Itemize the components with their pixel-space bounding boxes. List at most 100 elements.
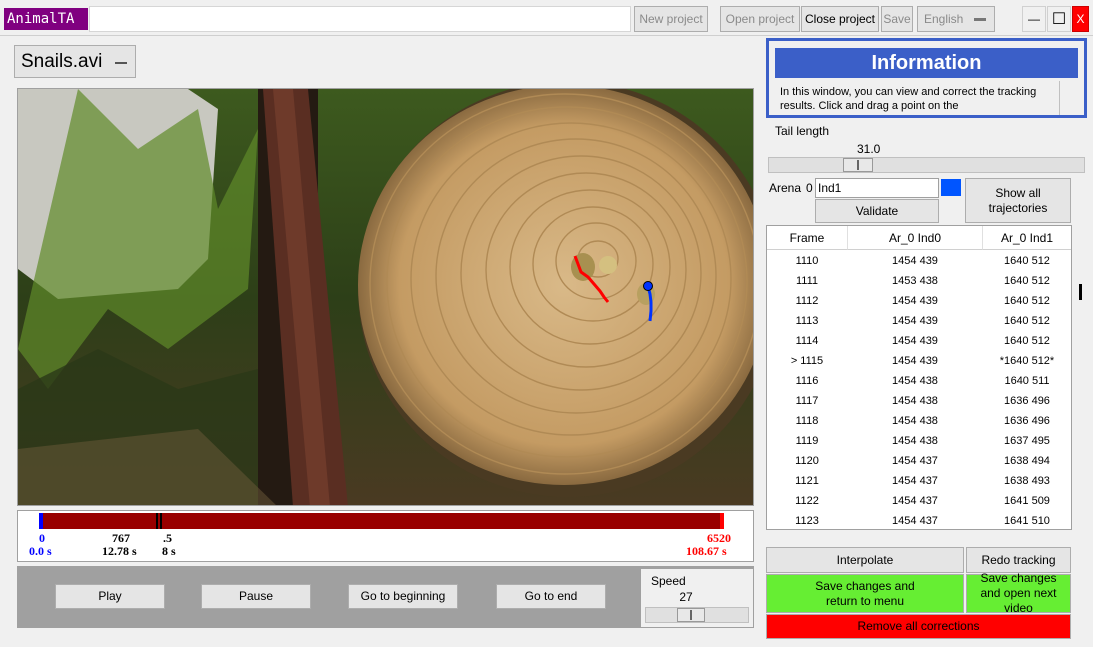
language-value: English <box>924 11 964 26</box>
table-row[interactable]: 1112 1454 439 1640 512 <box>767 292 1071 312</box>
save-and-return-button[interactable]: Save changes and return to menu <box>766 574 964 613</box>
table-scrollbar-thumb[interactable] <box>1079 284 1082 300</box>
table-row[interactable]: 1117 1454 438 1636 496 <box>767 392 1071 412</box>
cell-ind1[interactable]: 1640 511 <box>983 375 1071 387</box>
cell-frame[interactable]: 1122 <box>767 495 847 507</box>
tail-length-slider-thumb[interactable] <box>843 158 873 172</box>
pause-button[interactable]: Pause <box>201 584 311 609</box>
cell-frame[interactable]: 1121 <box>767 475 847 487</box>
cell-ind0[interactable]: 1454 437 <box>847 495 983 507</box>
language-select[interactable]: English <box>917 6 995 32</box>
cell-ind1[interactable]: 1636 496 <box>983 415 1071 427</box>
table-row[interactable]: 1113 1454 439 1640 512 <box>767 312 1071 332</box>
cell-frame[interactable]: > 1115 <box>767 355 847 367</box>
cell-ind0[interactable]: 1454 438 <box>847 375 983 387</box>
cell-ind1[interactable]: 1640 512 <box>983 255 1071 267</box>
table-row[interactable]: > 1115 1454 439 *1640 512* <box>767 352 1071 372</box>
cell-ind1[interactable]: 1637 495 <box>983 435 1071 447</box>
column-header-ind0[interactable]: Ar_0 Ind0 <box>847 226 983 250</box>
video-image[interactable] <box>18 89 754 506</box>
cell-ind0[interactable]: 1454 437 <box>847 455 983 467</box>
timeline-bar[interactable] <box>39 513 724 529</box>
cell-ind1[interactable]: 1638 493 <box>983 475 1071 487</box>
cell-ind0[interactable]: 1454 439 <box>847 295 983 307</box>
cell-ind0[interactable]: 1454 439 <box>847 315 983 327</box>
individual-color-swatch[interactable] <box>941 179 961 196</box>
go-to-end-button[interactable]: Go to end <box>496 584 606 609</box>
cell-ind1[interactable]: 1640 512 <box>983 275 1071 287</box>
redo-tracking-button[interactable]: Redo tracking <box>966 547 1071 573</box>
cell-ind1[interactable]: 1640 512 <box>983 295 1071 307</box>
interpolate-button[interactable]: Interpolate <box>766 547 964 573</box>
table-row[interactable]: 1116 1454 438 1640 511 <box>767 372 1071 392</box>
table-row[interactable]: 1114 1454 439 1640 512 <box>767 332 1071 352</box>
information-panel: Information In this window, you can view… <box>766 38 1087 118</box>
speed-slider[interactable] <box>645 607 749 623</box>
information-text: In this window, you can view and correct… <box>780 86 1037 112</box>
tail-length-slider[interactable] <box>768 157 1085 173</box>
cell-ind0[interactable]: 1454 439 <box>847 355 983 367</box>
open-project-button[interactable]: Open project <box>720 6 800 32</box>
column-header-ind1[interactable]: Ar_0 Ind1 <box>983 226 1071 250</box>
table-row[interactable]: 1119 1454 438 1637 495 <box>767 432 1071 452</box>
cell-frame[interactable]: 1118 <box>767 415 847 427</box>
timeline[interactable]: 0 0.0 s 767 12.78 s .5 8 s 6520 108.67 s <box>17 510 754 562</box>
close-project-button[interactable]: Close project <box>801 6 879 32</box>
cell-ind0[interactable]: 1454 439 <box>847 335 983 347</box>
individual-name-input[interactable]: Ind1 <box>815 178 939 198</box>
cell-ind1[interactable]: 1641 509 <box>983 495 1071 507</box>
cell-ind1[interactable]: 1636 496 <box>983 395 1071 407</box>
coordinates-table[interactable]: Frame Ar_0 Ind0 Ar_0 Ind1 1110 1454 439 16… <box>766 225 1072 530</box>
table-row[interactable]: 1122 1454 437 1641 509 <box>767 492 1071 512</box>
cell-frame[interactable]: 1110 <box>767 255 847 267</box>
minimize-button[interactable]: — <box>1022 6 1046 32</box>
play-button[interactable]: Play <box>55 584 165 609</box>
cell-ind0[interactable]: 1454 438 <box>847 435 983 447</box>
cell-ind1[interactable]: 1641 510 <box>983 515 1071 527</box>
cell-frame[interactable]: 1112 <box>767 295 847 307</box>
cell-ind0[interactable]: 1454 437 <box>847 475 983 487</box>
new-project-button[interactable]: New project <box>634 6 708 32</box>
info-scroll-divider <box>1059 81 1060 115</box>
cell-frame[interactable]: 1117 <box>767 395 847 407</box>
table-row[interactable]: 1110 1454 439 1640 512 <box>767 252 1071 272</box>
save-button[interactable]: Save <box>881 6 913 32</box>
table-row[interactable]: 1118 1454 438 1636 496 <box>767 412 1071 432</box>
cell-frame[interactable]: 1111 <box>767 275 847 287</box>
table-row[interactable]: 1120 1454 437 1638 494 <box>767 452 1071 472</box>
start-time: 0.0 s <box>29 544 52 558</box>
cell-ind1[interactable]: 1640 512 <box>983 335 1071 347</box>
timeline-current-marker[interactable] <box>156 513 158 529</box>
cell-ind0[interactable]: 1454 439 <box>847 255 983 267</box>
table-row[interactable]: 1123 1454 437 1641 510 <box>767 512 1071 529</box>
column-header-frame[interactable]: Frame <box>767 226 847 250</box>
video-frame[interactable] <box>17 88 754 506</box>
cell-frame[interactable]: 1120 <box>767 455 847 467</box>
cell-frame[interactable]: 1113 <box>767 315 847 327</box>
cell-ind0[interactable]: 1453 438 <box>847 275 983 287</box>
table-row[interactable]: 1111 1453 438 1640 512 <box>767 272 1071 292</box>
cell-ind0[interactable]: 1454 437 <box>847 515 983 527</box>
cell-frame[interactable]: 1123 <box>767 515 847 527</box>
maximize-button[interactable]: ☐ <box>1047 6 1071 32</box>
close-window-button[interactable]: X <box>1072 6 1089 32</box>
go-to-beginning-button[interactable]: Go to beginning <box>348 584 458 609</box>
cell-ind0[interactable]: 1454 438 <box>847 395 983 407</box>
cell-frame[interactable]: 1119 <box>767 435 847 447</box>
video-select[interactable]: Snails.avi <box>14 45 136 78</box>
table-row[interactable]: 1121 1454 437 1638 493 <box>767 472 1071 492</box>
save-and-next-video-button[interactable]: Save changes and open next video <box>966 571 1071 615</box>
cell-ind1[interactable]: 1640 512 <box>983 315 1071 327</box>
validate-button[interactable]: Validate <box>815 199 939 223</box>
remove-all-corrections-button[interactable]: Remove all corrections <box>766 614 1071 639</box>
speed-slider-thumb[interactable] <box>677 608 705 622</box>
cell-ind1[interactable]: 1638 494 <box>983 455 1071 467</box>
cell-frame[interactable]: 1114 <box>767 335 847 347</box>
cell-frame[interactable]: 1116 <box>767 375 847 387</box>
cell-ind0[interactable]: 1454 438 <box>847 415 983 427</box>
cell-ind1[interactable]: *1640 512* <box>983 355 1071 367</box>
speed-value: 27 <box>679 590 693 604</box>
show-all-trajectories-button[interactable]: Show all trajectories <box>965 178 1071 223</box>
selected-point-ind1[interactable] <box>643 281 653 291</box>
speed-control: Speed 27 <box>641 569 753 627</box>
